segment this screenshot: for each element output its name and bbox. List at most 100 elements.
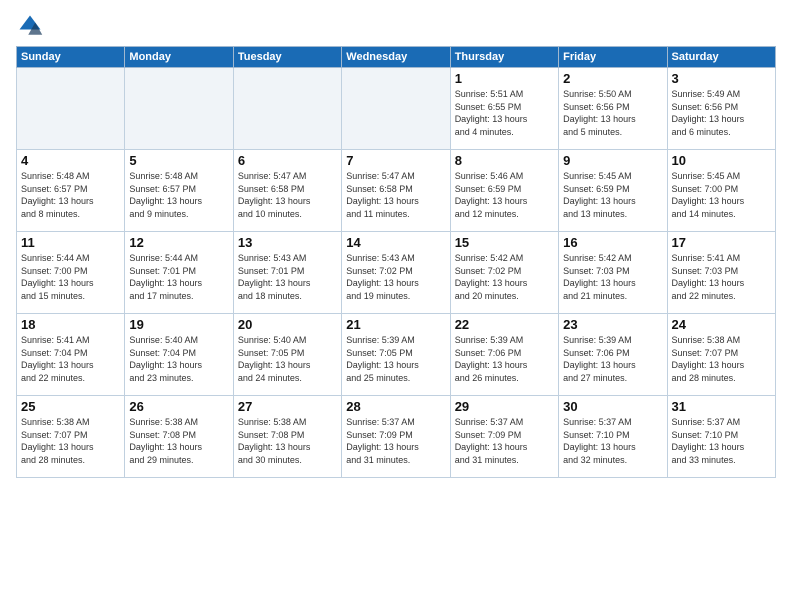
day-number: 20 [238, 317, 337, 332]
day-number: 22 [455, 317, 554, 332]
day-info: Sunrise: 5:42 AM Sunset: 7:02 PM Dayligh… [455, 252, 554, 302]
calendar-cell: 21Sunrise: 5:39 AM Sunset: 7:05 PM Dayli… [342, 314, 450, 396]
day-number: 16 [563, 235, 662, 250]
calendar-cell: 7Sunrise: 5:47 AM Sunset: 6:58 PM Daylig… [342, 150, 450, 232]
calendar-week-0: 1 Sunrise: 5:51 AM Sunset: 6:55 PM Daylig… [17, 68, 776, 150]
day-info: Sunrise: 5:50 AM Sunset: 6:56 PM Dayligh… [563, 88, 662, 138]
day-number: 24 [672, 317, 771, 332]
calendar-cell: 16 Sunrise: 5:42 AM Sunset: 7:03 PM Dayli… [559, 232, 667, 314]
calendar-cell: 29 Sunrise: 5:37 AM Sunset: 7:09 PM Dayli… [450, 396, 558, 478]
calendar-week-4: 25 Sunrise: 5:38 AM Sunset: 7:07 PM Dayli… [17, 396, 776, 478]
calendar-cell: 15 Sunrise: 5:42 AM Sunset: 7:02 PM Dayli… [450, 232, 558, 314]
day-info: Sunrise: 5:47 AM Sunset: 6:58 PM Dayligh… [346, 170, 445, 220]
day-info: Sunrise: 5:48 AM Sunset: 6:57 PM Dayligh… [21, 170, 120, 220]
calendar-cell: 14 Sunrise: 5:43 AM Sunset: 7:02 PM Dayli… [342, 232, 450, 314]
page: SundayMondayTuesdayWednesdayThursdayFrid… [0, 0, 792, 612]
calendar-cell: 24 Sunrise: 5:38 AM Sunset: 7:07 PM Dayli… [667, 314, 775, 396]
calendar-cell [17, 68, 125, 150]
day-info: Sunrise: 5:45 AM Sunset: 7:00 PM Dayligh… [672, 170, 771, 220]
day-number: 27 [238, 399, 337, 414]
day-info: Sunrise: 5:43 AM Sunset: 7:01 PM Dayligh… [238, 252, 337, 302]
day-info: Sunrise: 5:40 AM Sunset: 7:04 PM Dayligh… [129, 334, 228, 384]
day-info: Sunrise: 5:44 AM Sunset: 7:01 PM Dayligh… [129, 252, 228, 302]
day-number: 18 [21, 317, 120, 332]
calendar-header-thursday: Thursday [450, 47, 558, 68]
calendar-cell: 30 Sunrise: 5:37 AM Sunset: 7:10 PM Dayli… [559, 396, 667, 478]
calendar-cell [233, 68, 341, 150]
calendar-cell [125, 68, 233, 150]
day-number: 31 [672, 399, 771, 414]
calendar-cell: 27 Sunrise: 5:38 AM Sunset: 7:08 PM Dayli… [233, 396, 341, 478]
calendar-header-monday: Monday [125, 47, 233, 68]
day-info: Sunrise: 5:37 AM Sunset: 7:09 PM Dayligh… [455, 416, 554, 466]
day-number: 29 [455, 399, 554, 414]
day-info: Sunrise: 5:38 AM Sunset: 7:07 PM Dayligh… [21, 416, 120, 466]
day-info: Sunrise: 5:49 AM Sunset: 6:56 PM Dayligh… [672, 88, 771, 138]
calendar-cell: 1 Sunrise: 5:51 AM Sunset: 6:55 PM Daylig… [450, 68, 558, 150]
day-info: Sunrise: 5:47 AM Sunset: 6:58 PM Dayligh… [238, 170, 337, 220]
calendar-cell: 5Sunrise: 5:48 AM Sunset: 6:57 PM Daylig… [125, 150, 233, 232]
day-info: Sunrise: 5:40 AM Sunset: 7:05 PM Dayligh… [238, 334, 337, 384]
day-info: Sunrise: 5:43 AM Sunset: 7:02 PM Dayligh… [346, 252, 445, 302]
day-info: Sunrise: 5:38 AM Sunset: 7:08 PM Dayligh… [129, 416, 228, 466]
logo-icon [16, 12, 44, 40]
day-info: Sunrise: 5:37 AM Sunset: 7:09 PM Dayligh… [346, 416, 445, 466]
day-info: Sunrise: 5:39 AM Sunset: 7:05 PM Dayligh… [346, 334, 445, 384]
calendar-header-row: SundayMondayTuesdayWednesdayThursdayFrid… [17, 47, 776, 68]
calendar-week-1: 4Sunrise: 5:48 AM Sunset: 6:57 PM Daylig… [17, 150, 776, 232]
day-number: 12 [129, 235, 228, 250]
calendar-cell: 31 Sunrise: 5:37 AM Sunset: 7:10 PM Dayli… [667, 396, 775, 478]
day-number: 17 [672, 235, 771, 250]
calendar-cell [342, 68, 450, 150]
day-info: Sunrise: 5:48 AM Sunset: 6:57 PM Dayligh… [129, 170, 228, 220]
day-number: 1 [455, 71, 554, 86]
day-info: Sunrise: 5:41 AM Sunset: 7:03 PM Dayligh… [672, 252, 771, 302]
calendar-header-sunday: Sunday [17, 47, 125, 68]
calendar-cell: 2 Sunrise: 5:50 AM Sunset: 6:56 PM Daylig… [559, 68, 667, 150]
calendar-cell: 8Sunrise: 5:46 AM Sunset: 6:59 PM Daylig… [450, 150, 558, 232]
calendar-cell: 22 Sunrise: 5:39 AM Sunset: 7:06 PM Dayli… [450, 314, 558, 396]
day-number: 13 [238, 235, 337, 250]
day-number: 10 [672, 153, 771, 168]
calendar-cell: 9Sunrise: 5:45 AM Sunset: 6:59 PM Daylig… [559, 150, 667, 232]
calendar-cell: 4Sunrise: 5:48 AM Sunset: 6:57 PM Daylig… [17, 150, 125, 232]
calendar-header-wednesday: Wednesday [342, 47, 450, 68]
day-number: 2 [563, 71, 662, 86]
day-number: 30 [563, 399, 662, 414]
day-number: 15 [455, 235, 554, 250]
day-info: Sunrise: 5:38 AM Sunset: 7:07 PM Dayligh… [672, 334, 771, 384]
day-info: Sunrise: 5:39 AM Sunset: 7:06 PM Dayligh… [455, 334, 554, 384]
calendar-cell: 13 Sunrise: 5:43 AM Sunset: 7:01 PM Dayli… [233, 232, 341, 314]
header [16, 12, 776, 40]
calendar-week-3: 18 Sunrise: 5:41 AM Sunset: 7:04 PM Dayli… [17, 314, 776, 396]
calendar-cell: 11 Sunrise: 5:44 AM Sunset: 7:00 PM Dayli… [17, 232, 125, 314]
calendar-week-2: 11 Sunrise: 5:44 AM Sunset: 7:00 PM Dayli… [17, 232, 776, 314]
day-info: Sunrise: 5:51 AM Sunset: 6:55 PM Dayligh… [455, 88, 554, 138]
day-number: 3 [672, 71, 771, 86]
day-number: 26 [129, 399, 228, 414]
logo [16, 12, 48, 40]
day-info: Sunrise: 5:37 AM Sunset: 7:10 PM Dayligh… [672, 416, 771, 466]
calendar-cell: 10 Sunrise: 5:45 AM Sunset: 7:00 PM Dayli… [667, 150, 775, 232]
day-info: Sunrise: 5:42 AM Sunset: 7:03 PM Dayligh… [563, 252, 662, 302]
calendar-cell: 26 Sunrise: 5:38 AM Sunset: 7:08 PM Dayli… [125, 396, 233, 478]
day-info: Sunrise: 5:46 AM Sunset: 6:59 PM Dayligh… [455, 170, 554, 220]
day-number: 25 [21, 399, 120, 414]
calendar-cell: 3 Sunrise: 5:49 AM Sunset: 6:56 PM Daylig… [667, 68, 775, 150]
day-number: 11 [21, 235, 120, 250]
calendar: SundayMondayTuesdayWednesdayThursdayFrid… [16, 46, 776, 478]
calendar-header-saturday: Saturday [667, 47, 775, 68]
day-info: Sunrise: 5:45 AM Sunset: 6:59 PM Dayligh… [563, 170, 662, 220]
calendar-header-tuesday: Tuesday [233, 47, 341, 68]
day-number: 23 [563, 317, 662, 332]
day-number: 6 [238, 153, 337, 168]
calendar-cell: 17 Sunrise: 5:41 AM Sunset: 7:03 PM Dayli… [667, 232, 775, 314]
day-number: 14 [346, 235, 445, 250]
day-info: Sunrise: 5:38 AM Sunset: 7:08 PM Dayligh… [238, 416, 337, 466]
calendar-cell: 25 Sunrise: 5:38 AM Sunset: 7:07 PM Dayli… [17, 396, 125, 478]
day-info: Sunrise: 5:41 AM Sunset: 7:04 PM Dayligh… [21, 334, 120, 384]
day-info: Sunrise: 5:37 AM Sunset: 7:10 PM Dayligh… [563, 416, 662, 466]
calendar-header-friday: Friday [559, 47, 667, 68]
calendar-cell: 20 Sunrise: 5:40 AM Sunset: 7:05 PM Dayli… [233, 314, 341, 396]
day-info: Sunrise: 5:44 AM Sunset: 7:00 PM Dayligh… [21, 252, 120, 302]
